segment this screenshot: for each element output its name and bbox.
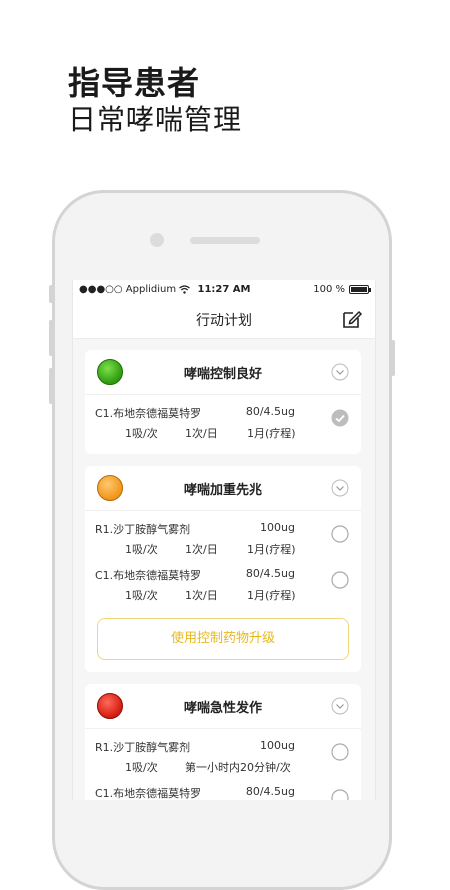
upgrade-control-medication-button[interactable]: 使用控制药物升级 — [97, 618, 349, 660]
chevron-down-icon[interactable] — [331, 479, 349, 497]
volume-up-button — [49, 320, 53, 356]
chevron-down-icon[interactable] — [331, 363, 349, 381]
medication-item: C1.布地奈德福莫特罗 80/4.5ug — [85, 775, 361, 800]
headline-subtitle: 日常哮喘管理 — [68, 103, 243, 136]
unchecked-circle-icon[interactable] — [331, 789, 349, 800]
medication-name: C1.布地奈德福莫特罗 — [95, 407, 202, 420]
battery-icon — [349, 285, 371, 294]
medication-duration: 1月(疗程) — [247, 589, 296, 602]
status-battery: 100 % — [313, 284, 371, 295]
card-controlled: 哮喘控制良好 C1.布地奈德福莫特罗 80/4.5ug 1吸/次 1次/日 1月… — [85, 350, 361, 454]
edit-icon[interactable] — [341, 308, 363, 330]
unchecked-circle-icon[interactable] — [331, 743, 349, 761]
medication-amount: 1吸/次 — [125, 427, 158, 440]
app-screen: ●●●○○ Applidium 11:27 AM 100 % 行动计划 哮喘控制… — [72, 280, 376, 800]
nav-bar: 行动计划 — [73, 300, 375, 339]
speaker-grill — [190, 237, 260, 244]
medication-dose: 80/4.5ug — [245, 405, 295, 418]
page-title: 行动计划 — [196, 313, 252, 329]
medication-item: R1.沙丁胺醇气雾剂 100ug 1吸/次 第一小时内20分钟/次 — [85, 729, 361, 775]
battery-percent: 100 % — [313, 284, 345, 295]
checked-icon[interactable] — [331, 409, 349, 427]
medication-name: R1.沙丁胺醇气雾剂 — [95, 523, 191, 536]
camera-icon — [150, 233, 164, 247]
medication-frequency: 1次/日 — [185, 543, 218, 556]
card-title: 哮喘控制良好 — [183, 367, 262, 382]
medication-name: C1.布地奈德福莫特罗 — [95, 787, 202, 800]
card-header[interactable]: 哮喘控制良好 — [85, 350, 361, 395]
card-title: 哮喘急性发作 — [183, 701, 262, 716]
volume-down-button — [49, 368, 53, 404]
medication-item: C1.布地奈德福莫特罗 80/4.5ug 1吸/次 1次/日 1月(疗程) — [85, 557, 361, 603]
medication-item: R1.沙丁胺醇气雾剂 100ug 1吸/次 1次/日 1月(疗程) — [85, 511, 361, 557]
medication-frequency: 1次/日 — [185, 427, 218, 440]
medication-amount: 1吸/次 — [125, 543, 158, 556]
medication-frequency: 1次/日 — [185, 589, 218, 602]
mute-switch — [49, 285, 53, 303]
chevron-down-icon[interactable] — [331, 697, 349, 715]
unchecked-circle-icon[interactable] — [331, 571, 349, 589]
medication-dose: 80/4.5ug — [245, 567, 295, 580]
medication-name: R1.沙丁胺醇气雾剂 — [95, 741, 191, 754]
card-header[interactable]: 哮喘急性发作 — [85, 684, 361, 729]
medication-dose: 100ug — [260, 521, 295, 534]
card-header[interactable]: 哮喘加重先兆 — [85, 466, 361, 511]
medication-item: C1.布地奈德福莫特罗 80/4.5ug 1吸/次 1次/日 1月(疗程) — [85, 395, 361, 441]
medication-name: C1.布地奈德福莫特罗 — [95, 569, 202, 582]
medication-duration: 1月(疗程) — [247, 543, 296, 556]
medication-duration: 1月(疗程) — [247, 427, 296, 440]
unchecked-circle-icon[interactable] — [331, 525, 349, 543]
power-button — [391, 340, 395, 376]
medication-amount: 1吸/次 — [125, 589, 158, 602]
card-warning: 哮喘加重先兆 R1.沙丁胺醇气雾剂 100ug 1吸/次 1次/日 1月(疗程)… — [85, 466, 361, 672]
status-bar: ●●●○○ Applidium 11:27 AM 100 % — [73, 280, 375, 300]
card-title: 哮喘加重先兆 — [183, 483, 262, 498]
medication-amount: 1吸/次 — [125, 761, 158, 774]
medication-dose: 80/4.5ug — [245, 785, 295, 798]
card-acute: 哮喘急性发作 R1.沙丁胺醇气雾剂 100ug 1吸/次 第一小时内20分钟/次… — [85, 684, 361, 800]
medication-dose: 100ug — [260, 739, 295, 752]
medication-frequency: 第一小时内20分钟/次 — [185, 761, 291, 774]
